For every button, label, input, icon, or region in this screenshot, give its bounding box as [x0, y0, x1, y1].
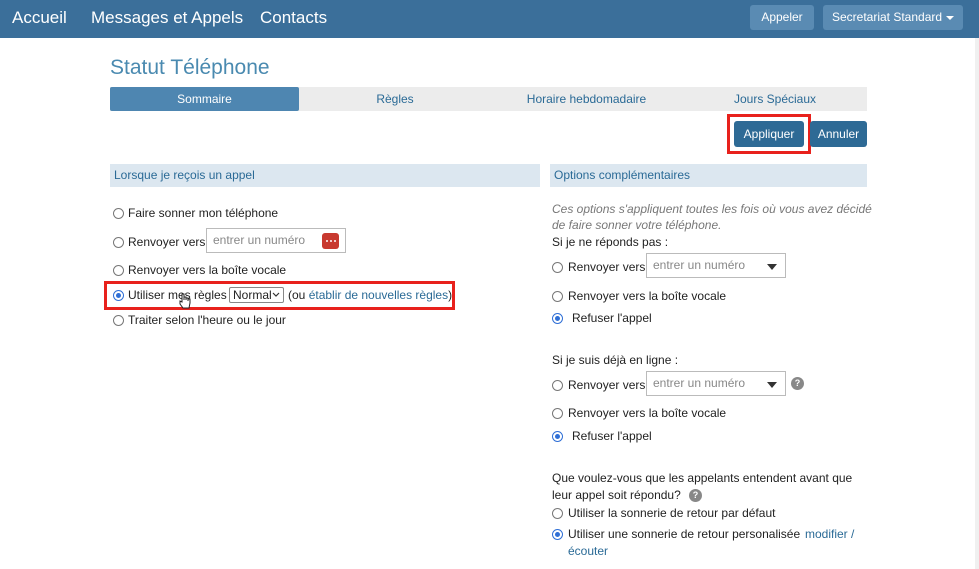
radio-ringback-custom[interactable] — [552, 529, 563, 540]
account-menu-label: Secretariat Standard — [831, 10, 943, 24]
tab-special-days[interactable]: Jours Spéciaux — [683, 87, 867, 111]
radio-na-refuse[interactable] — [552, 313, 563, 324]
call-button-label: Appeler — [761, 10, 803, 24]
label-na-refuse: Refuser l'appel — [572, 311, 652, 325]
more-options-icon[interactable] — [322, 233, 339, 249]
help-icon[interactable]: ? — [689, 489, 702, 502]
forward-number-input[interactable]: entrer un numéro — [206, 228, 346, 253]
extra-options-heading: Options complémentaires — [550, 164, 867, 187]
radio-ringback-default[interactable] — [552, 508, 563, 519]
radio-na-forward[interactable] — [552, 262, 563, 273]
tab-bar: Sommaire Règles Horaire hebdomadaire Jou… — [110, 87, 867, 111]
tab-summary[interactable]: Sommaire — [110, 87, 299, 111]
label-busy-forward: Renvoyer vers — [568, 378, 646, 392]
account-menu-button[interactable]: Secretariat Standard — [823, 5, 963, 30]
paren-close: ) — [448, 288, 453, 302]
new-rules-link[interactable]: établir de nouvelles règles — [309, 288, 448, 302]
nav-home[interactable]: Accueil — [12, 8, 67, 28]
rules-select[interactable]: Normal — [229, 287, 284, 303]
radio-na-voicemail[interactable] — [552, 291, 563, 302]
top-navbar: Accueil Messages et Appels Contacts Appe… — [0, 0, 979, 38]
no-answer-label: Si je ne réponds pas : — [552, 235, 669, 249]
tab-rules[interactable]: Règles — [300, 87, 490, 111]
hand-cursor-icon — [179, 293, 191, 309]
label-ring-phone: Faire sonner mon téléphone — [128, 206, 279, 220]
incoming-call-heading: Lorsque je reçois un appel — [110, 164, 540, 187]
label-na-voicemail: Renvoyer vers la boîte vocale — [568, 289, 727, 303]
busy-label: Si je suis déjà en ligne : — [552, 353, 679, 367]
ringback-question-line1: Que voulez-vous que les appelants entend… — [552, 471, 853, 485]
apply-button-label: Appliquer — [743, 127, 795, 141]
label-busy-voicemail: Renvoyer vers la boîte vocale — [568, 406, 727, 420]
na-number-placeholder: entrer un numéro — [653, 258, 746, 272]
label-voicemail: Renvoyer vers la boîte vocale — [128, 263, 287, 277]
rules-link-group: (ou établir de nouvelles règles) — [288, 288, 452, 302]
ringback-listen-link[interactable]: écouter — [568, 544, 608, 558]
ringback-question-line2: leur appel soit répondu? — [552, 488, 681, 502]
help-icon[interactable]: ? — [791, 377, 804, 390]
label-na-forward: Renvoyer vers — [568, 260, 646, 274]
radio-busy-forward[interactable] — [552, 380, 563, 391]
radio-busy-voicemail[interactable] — [552, 408, 563, 419]
cancel-button-label: Annuler — [817, 127, 860, 141]
nav-contacts[interactable]: Contacts — [260, 8, 327, 28]
caret-down-icon — [946, 15, 955, 20]
chevron-down-icon — [272, 292, 280, 297]
nav-messages[interactable]: Messages et Appels — [91, 8, 243, 28]
busy-number-placeholder: entrer un numéro — [653, 376, 746, 390]
options-note-line2: de faire sonner votre téléphone. — [552, 218, 722, 232]
label-forward: Renvoyer vers — [128, 235, 206, 249]
na-number-input[interactable]: entrer un numéro — [646, 253, 786, 278]
apply-button[interactable]: Appliquer — [734, 121, 804, 147]
ringback-modify-link[interactable]: modifier / — [805, 527, 854, 541]
call-button[interactable]: Appeler — [750, 5, 814, 30]
radio-use-rules[interactable] — [113, 290, 124, 301]
label-ringback-custom: Utiliser une sonnerie de retour personal… — [568, 527, 801, 541]
rules-select-value: Normal — [233, 288, 272, 302]
scrollbar[interactable] — [975, 38, 979, 569]
radio-busy-refuse[interactable] — [552, 431, 563, 442]
radio-voicemail[interactable] — [113, 265, 124, 276]
radio-schedule[interactable] — [113, 315, 124, 326]
label-busy-refuse: Refuser l'appel — [572, 429, 652, 443]
options-note-line1: Ces options s'appliquent toutes les fois… — [552, 202, 872, 216]
cancel-button[interactable]: Annuler — [810, 121, 867, 147]
tab-weekly-schedule[interactable]: Horaire hebdomadaire — [490, 87, 683, 111]
page-title: Statut Téléphone — [110, 56, 270, 79]
dropdown-caret-icon — [767, 382, 777, 388]
forward-number-placeholder: entrer un numéro — [213, 233, 306, 247]
busy-number-input[interactable]: entrer un numéro — [646, 371, 786, 396]
radio-ring-phone[interactable] — [113, 208, 124, 219]
label-schedule: Traiter selon l'heure ou le jour — [128, 313, 286, 327]
radio-forward[interactable] — [113, 237, 124, 248]
dropdown-caret-icon — [767, 264, 777, 270]
paren-open: (ou — [288, 288, 306, 302]
label-ringback-default: Utiliser la sonnerie de retour par défau… — [568, 506, 776, 520]
